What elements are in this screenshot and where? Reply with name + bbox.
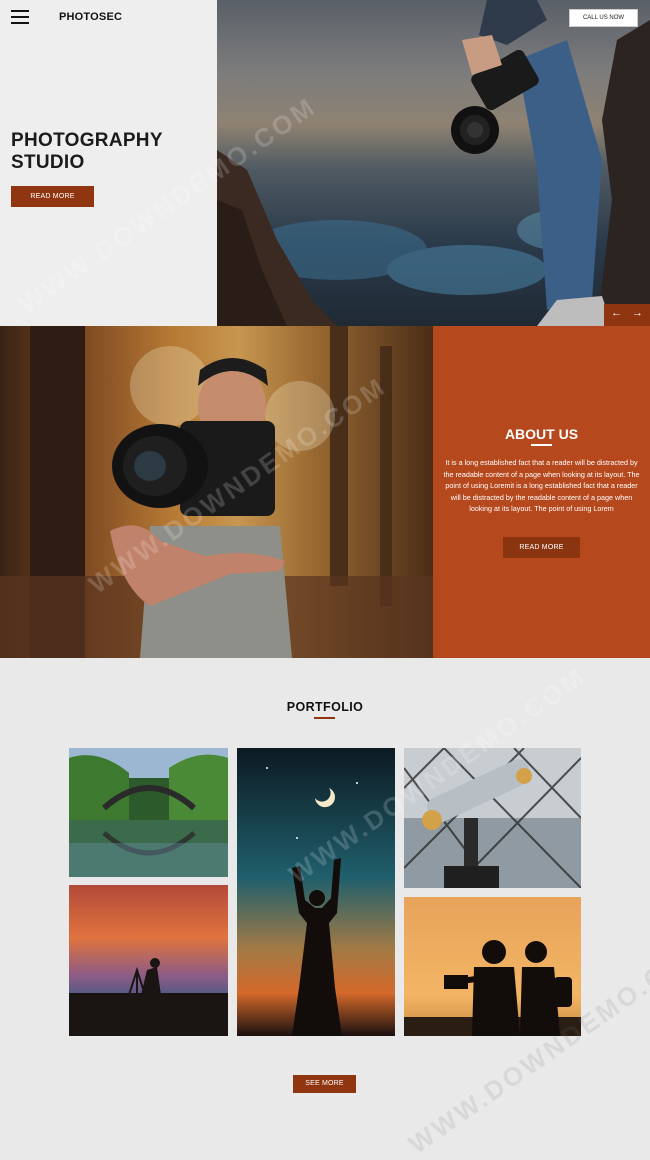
moon-silhouette-photo [237,748,395,1036]
bridge-photo [69,748,228,877]
portfolio-image-moon-silhouette[interactable] [237,748,395,1036]
about-photo-art [0,326,433,658]
hero-title-line2: STUDIO [11,152,85,173]
about-title: ABOUT US [504,426,579,442]
hero-left-panel: PHOTOSEC PHOTOGRAPHY STUDIO READ MORE [0,0,217,326]
hero-section: PHOTOSEC PHOTOGRAPHY STUDIO READ MORE CA… [0,0,650,326]
portfolio-image-bridge[interactable] [69,748,228,877]
arrow-left-icon[interactable]: ← [611,307,622,319]
hero-photographer-image [217,0,650,326]
sunset-photographer-photo [69,885,228,1036]
about-title-underline [531,444,552,446]
telescope-photo [404,748,581,888]
about-panel: ABOUT US It is a long established fact t… [433,326,650,658]
hero-title-line1: PHOTOGRAPHY [11,130,163,151]
arrow-right-icon[interactable]: → [632,307,643,319]
hero-photo-art [217,0,650,326]
brand-logo[interactable]: PHOTOSEC [59,11,122,23]
see-more-button[interactable]: SEE MORE [293,1075,356,1093]
portfolio-title: PORTFOLIO [286,700,364,714]
hero-title: PHOTOGRAPHY STUDIO [11,130,211,174]
about-description: It is a long established fact that a rea… [443,458,640,514]
portfolio-image-two-photographers[interactable] [404,897,581,1036]
two-photographers-photo [404,897,581,1036]
call-us-now-button[interactable]: CALL US NOW [569,9,638,27]
about-camera-image [0,326,433,658]
slider-arrows: ← → [604,304,650,326]
about-read-more-button[interactable]: READ MORE [503,537,580,558]
hamburger-menu-icon[interactable] [11,10,29,24]
portfolio-image-telescope[interactable] [404,748,581,888]
hero-read-more-button[interactable]: READ MORE [11,186,94,207]
portfolio-title-underline [314,717,335,719]
portfolio-image-sunset-photographer[interactable] [69,885,228,1036]
